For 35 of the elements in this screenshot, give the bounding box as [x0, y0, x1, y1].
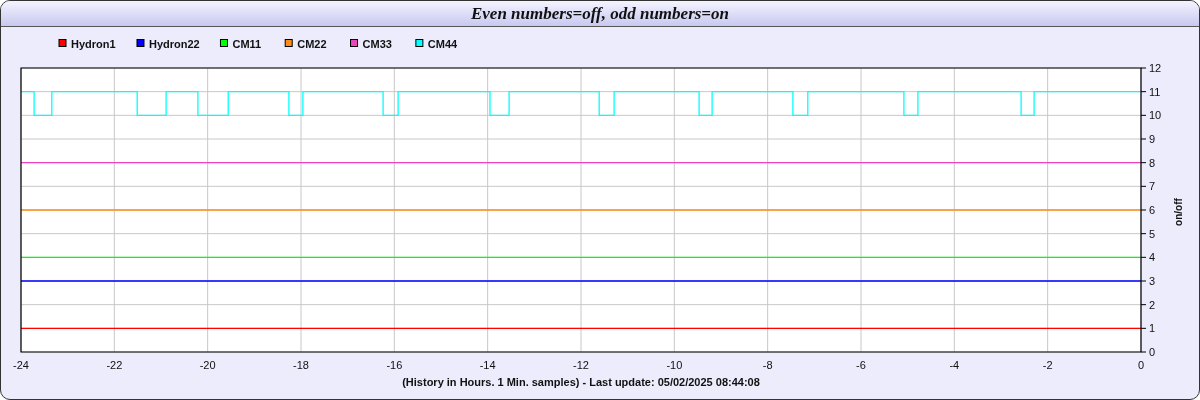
chart-title: Even numbers=off, odd numbers=on: [470, 2, 729, 25]
y-tick-label: 12: [1149, 62, 1162, 74]
y-tick-label: 7: [1149, 180, 1156, 193]
x-tick-label: -12: [573, 359, 589, 371]
x-tick-label: -18: [293, 359, 309, 371]
x-tick-label: -6: [856, 359, 866, 371]
y-tick-label: 5: [1149, 227, 1156, 240]
y-tick-label: 1: [1149, 322, 1156, 335]
legend-label: CM44: [427, 37, 458, 50]
x-tick-label: -14: [479, 359, 496, 371]
x-axis-title: (History in Hours. 1 Min. samples) - Last update: 05/02/2025 08:44:08: [402, 376, 760, 388]
x-tick-label: -24: [13, 359, 29, 371]
x-tick-label: -16: [386, 359, 403, 371]
legend-label: Hydron22: [149, 37, 200, 50]
x-tick-label: 0: [1137, 359, 1145, 371]
x-tick-label: -2: [1042, 359, 1053, 371]
y-tick-label: 8: [1149, 156, 1156, 169]
y-tick-label: 2: [1149, 298, 1156, 311]
legend-label: Hydron1: [71, 37, 116, 50]
legend-label: CM11: [232, 37, 262, 50]
legend-label: CM33: [362, 37, 392, 50]
x-tick-label: -8: [762, 359, 773, 371]
x-tick-label: -22: [106, 359, 123, 371]
y-tick-label: 6: [1149, 204, 1156, 216]
x-tick-label: -10: [666, 359, 683, 371]
y-axis-title: on/off: [1173, 198, 1184, 226]
y-tick-label: 11: [1149, 85, 1161, 98]
y-tick-label: 3: [1149, 275, 1156, 287]
y-tick-label: 0: [1149, 346, 1156, 358]
y-tick-label: 9: [1149, 133, 1156, 145]
legend-label: CM22: [297, 37, 327, 50]
x-tick-label: -4: [949, 359, 960, 371]
y-tick-label: 10: [1149, 109, 1162, 122]
y-tick-label: 4: [1149, 251, 1156, 264]
x-tick-label: -20: [199, 359, 216, 371]
